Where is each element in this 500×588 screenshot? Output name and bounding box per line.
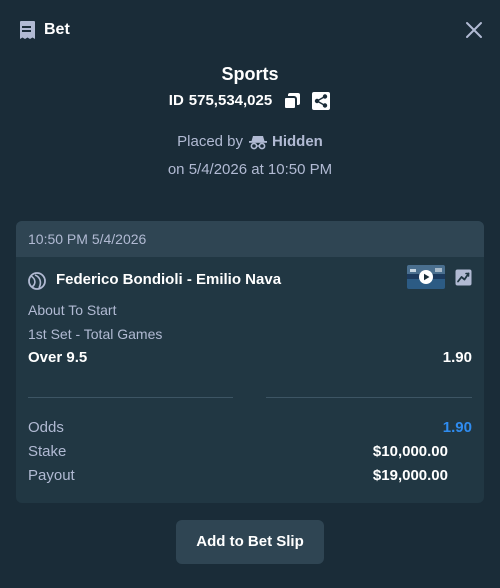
market-name: 1st Set - Total Games: [28, 326, 163, 342]
odds-value: 1.90: [442, 419, 472, 436]
sport-title: Sports: [221, 64, 279, 84]
bet-id-row: ID 575,534,025: [0, 90, 500, 112]
share-icon[interactable]: [311, 91, 331, 111]
modal-header: Bet: [0, 0, 500, 60]
add-to-bet-slip-button[interactable]: Add to Bet Slip: [176, 520, 324, 564]
stake-value: $10,000.00: [372, 443, 448, 460]
copy-icon[interactable]: [282, 91, 302, 111]
payout-value: $19,000.00: [372, 467, 448, 484]
bet-card-timestamp: 10:50 PM 5/4/2026: [16, 221, 484, 257]
placed-by-user: Hidden: [272, 133, 323, 150]
event-status: About To Start: [28, 302, 117, 318]
payout-label: Payout: [28, 467, 75, 484]
divider: [28, 397, 233, 398]
stats-chart-icon[interactable]: [455, 269, 472, 286]
tennis-ball-icon: [28, 272, 46, 290]
payout-row: Payout $19,000.00: [28, 466, 472, 486]
live-stream-thumbnail[interactable]: [407, 265, 445, 289]
bet-card: 10:50 PM 5/4/2026 Federico Bondioli - Em…: [16, 221, 484, 503]
incognito-icon: [249, 136, 268, 150]
divider: [266, 397, 472, 398]
bet-summary: Sports ID 575,534,025 Placed by Hidden o…: [0, 62, 500, 181]
bet-id-value: 575,534,025: [188, 92, 273, 109]
event-name-link[interactable]: Federico Bondioli - Emilio Nava: [56, 270, 281, 290]
placed-by-label: Placed by: [177, 133, 244, 150]
odds-label: Odds: [28, 419, 64, 436]
close-icon[interactable]: [462, 18, 486, 42]
stake-row: Stake $10,000.00: [28, 442, 472, 462]
placed-date: on 5/4/2026 at 10:50 PM: [167, 161, 333, 178]
stake-label: Stake: [28, 443, 67, 460]
odds-row: Odds 1.90: [28, 418, 472, 438]
outcome-name: Over 9.5: [28, 349, 88, 366]
placed-by-row: Placed by Hidden: [0, 131, 500, 153]
bet-slip-icon: [19, 21, 35, 39]
outcome-odds: 1.90: [442, 349, 472, 366]
event-row: Federico Bondioli - Emilio Nava: [16, 257, 484, 299]
bet-id-label: ID: [168, 92, 184, 109]
modal-title: Bet: [44, 21, 70, 38]
